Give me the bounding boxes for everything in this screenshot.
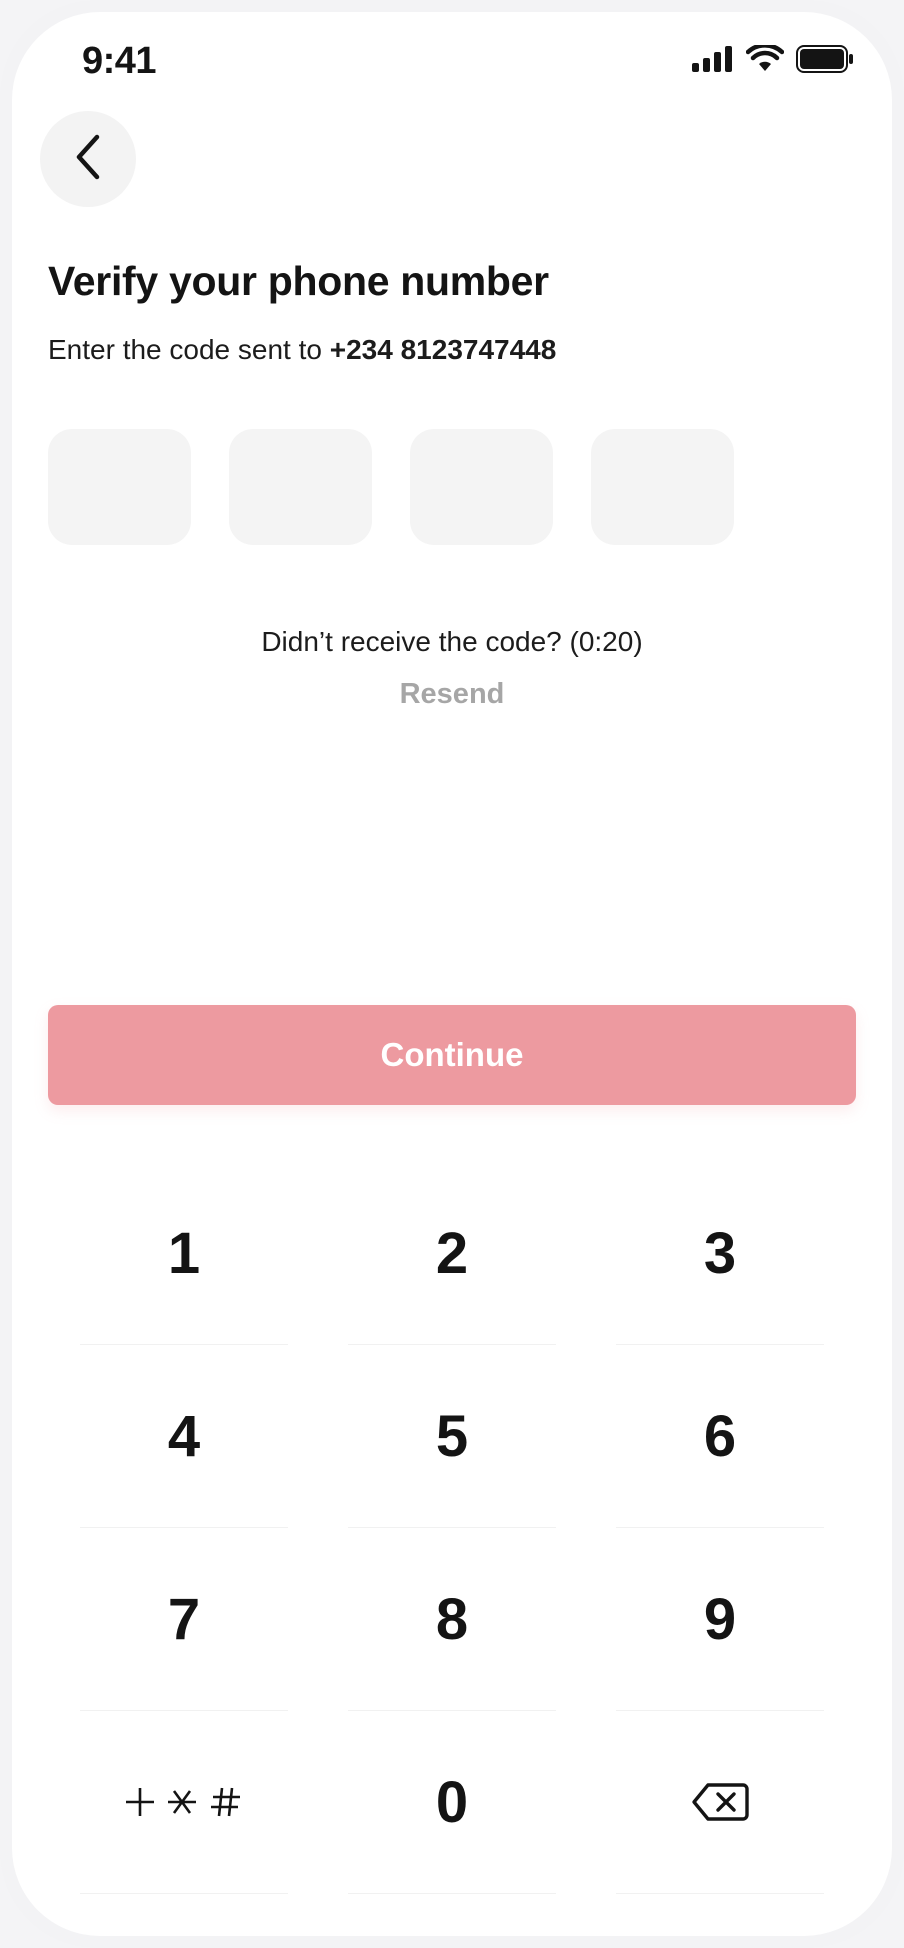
backspace-icon xyxy=(691,1769,749,1836)
phone-number: +234 8123747448 xyxy=(329,334,557,365)
key-8[interactable]: 8 xyxy=(348,1528,556,1711)
subtitle-text: Enter the code sent to xyxy=(48,334,330,365)
resend-link[interactable]: Resend xyxy=(12,678,892,711)
key-backspace[interactable] xyxy=(616,1711,824,1894)
numeric-keypad: 1 2 3 4 5 6 7 8 9 0 xyxy=(80,1162,824,1894)
key-9[interactable]: 9 xyxy=(616,1528,824,1711)
otp-digit-1[interactable] xyxy=(48,429,191,545)
status-time: 9:41 xyxy=(82,40,157,82)
otp-input-group xyxy=(48,429,734,545)
wifi-icon xyxy=(745,42,785,78)
back-button[interactable] xyxy=(40,111,136,207)
key-symbols[interactable] xyxy=(80,1711,288,1894)
signal-icon xyxy=(692,45,734,77)
continue-button[interactable]: Continue xyxy=(48,1005,856,1105)
resend-prompt: Didn’t receive the code? (0:20) xyxy=(261,626,643,657)
key-4[interactable]: 4 xyxy=(80,1345,288,1528)
key-6[interactable]: 6 xyxy=(616,1345,824,1528)
plus-star-hash-icon xyxy=(122,1769,246,1836)
key-0[interactable]: 0 xyxy=(348,1711,556,1894)
chevron-left-icon xyxy=(71,133,105,186)
otp-digit-2[interactable] xyxy=(229,429,372,545)
phone-frame: 9:41 Verify your phone number Enter the … xyxy=(0,0,904,1948)
page-subtitle: Enter the code sent to +234 8123747448 xyxy=(48,334,556,366)
key-7[interactable]: 7 xyxy=(80,1528,288,1711)
key-3[interactable]: 3 xyxy=(616,1162,824,1345)
otp-digit-4[interactable] xyxy=(591,429,734,545)
key-1[interactable]: 1 xyxy=(80,1162,288,1345)
otp-digit-3[interactable] xyxy=(410,429,553,545)
key-2[interactable]: 2 xyxy=(348,1162,556,1345)
battery-icon xyxy=(796,44,854,78)
screen: 9:41 Verify your phone number Enter the … xyxy=(12,12,892,1936)
status-icons xyxy=(692,42,854,78)
page-title: Verify your phone number xyxy=(48,258,549,304)
key-5[interactable]: 5 xyxy=(348,1345,556,1528)
